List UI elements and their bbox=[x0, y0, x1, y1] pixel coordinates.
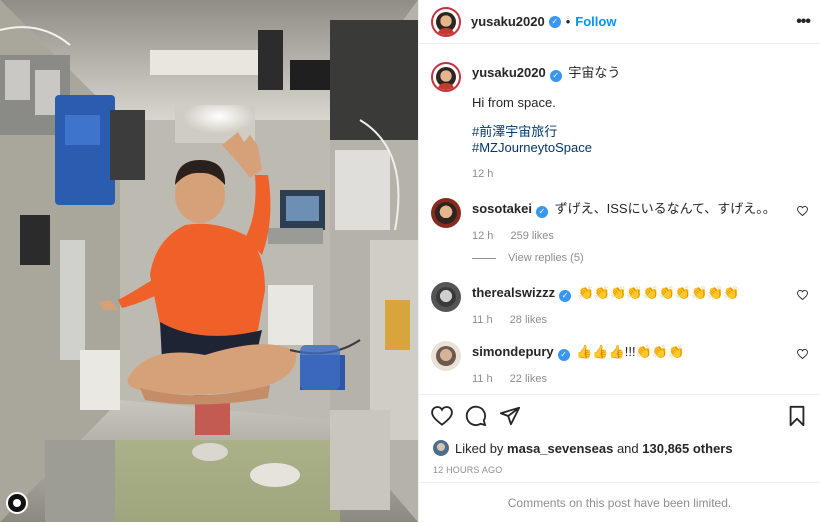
verified-icon: ✓ bbox=[535, 206, 548, 218]
caption-avatar[interactable] bbox=[431, 62, 461, 92]
comment-text: ずげえ、ISSにいるなんて、すげえ。。 bbox=[554, 201, 776, 216]
liked-by: Liked by masa_sevenseas and 130,865 othe… bbox=[433, 440, 733, 456]
comment-username[interactable]: therealswizzz bbox=[472, 285, 555, 300]
comment-likes[interactable]: 22 likes bbox=[510, 373, 547, 385]
author-username[interactable]: yusaku2020 bbox=[471, 14, 545, 29]
comment-text: 👍👍👍!!!👏👏👏 bbox=[576, 344, 685, 359]
post-header: yusaku2020 ✓ • Follow ••• bbox=[419, 0, 820, 44]
verified-icon: ✓ bbox=[557, 349, 570, 361]
post-photo[interactable] bbox=[0, 0, 418, 522]
comment-time[interactable]: 12 h bbox=[472, 230, 493, 242]
post-timestamp[interactable]: 12 HOURS AGO bbox=[433, 465, 502, 475]
bookmark-icon[interactable] bbox=[786, 405, 808, 427]
view-replies-label: View replies (5) bbox=[508, 252, 584, 264]
commenter-avatar[interactable] bbox=[431, 341, 461, 371]
comment-like-heart-icon[interactable] bbox=[797, 290, 808, 300]
comment-icon[interactable] bbox=[465, 405, 487, 427]
comment-item: simondepury ✓ 👍👍👍!!!👏👏👏 11 h 22 likes bbox=[431, 341, 808, 387]
follow-button[interactable]: Follow bbox=[575, 14, 616, 29]
caption-title: 宇宙なう bbox=[568, 65, 621, 80]
like-heart-icon[interactable] bbox=[431, 405, 453, 427]
liker-avatar[interactable] bbox=[433, 440, 449, 456]
verified-icon: ✓ bbox=[559, 290, 572, 302]
comment-time[interactable]: 11 h bbox=[472, 373, 493, 385]
divider-line bbox=[472, 257, 496, 259]
likes-count-link[interactable]: 130,865 others bbox=[642, 441, 732, 456]
hashtag-link[interactable]: #MZJourneytoSpace bbox=[472, 140, 808, 156]
caption-body: Hi from space. bbox=[472, 95, 556, 110]
comment-item: sosotakei ✓ ずげえ、ISSにいるなんて、すげえ。。 12 h 259 … bbox=[431, 198, 808, 244]
comment-time[interactable]: 11 h bbox=[472, 314, 493, 326]
comment-likes[interactable]: 259 likes bbox=[510, 230, 553, 242]
comment-likes[interactable]: 28 likes bbox=[510, 314, 547, 326]
action-bar bbox=[419, 394, 820, 434]
verified-icon: ✓ bbox=[549, 70, 562, 82]
verified-icon: ✓ bbox=[548, 15, 561, 28]
instagram-post: yusaku2020 ✓ • Follow ••• yusaku2020 ✓ 宇宙… bbox=[0, 0, 820, 522]
liked-by-middle: and bbox=[616, 440, 639, 456]
separator-dot: • bbox=[565, 14, 571, 29]
caption: yusaku2020 ✓ 宇宙なう Hi from space. #前澤宇宙旅行 … bbox=[431, 62, 808, 182]
post-details-panel: yusaku2020 ✓ • Follow ••• yusaku2020 ✓ 宇宙… bbox=[418, 0, 820, 522]
comment-like-heart-icon[interactable] bbox=[797, 206, 808, 216]
comment-item: therealswizzz ✓ 👏👏👏👏👏👏👏👏👏👏 11 h 28 likes bbox=[431, 282, 808, 328]
caption-username[interactable]: yusaku2020 bbox=[472, 65, 546, 80]
comment-like-heart-icon[interactable] bbox=[797, 349, 808, 359]
comments-limited-notice: Comments on this post have been limited. bbox=[419, 482, 820, 522]
view-replies-link[interactable]: View replies (5) bbox=[472, 252, 584, 264]
author-avatar[interactable] bbox=[431, 6, 461, 37]
iss-photo-illustration bbox=[0, 0, 418, 522]
user-tag-icon[interactable] bbox=[6, 492, 28, 514]
hashtag-link[interactable]: #前澤宇宙旅行 bbox=[472, 124, 808, 140]
liked-by-prefix: Liked by bbox=[455, 440, 504, 456]
caption-time[interactable]: 12 h bbox=[472, 168, 493, 180]
comment-username[interactable]: simondepury bbox=[472, 344, 554, 359]
comment-text: 👏👏👏👏👏👏👏👏👏👏 bbox=[577, 285, 740, 300]
liker-username[interactable]: masa_sevenseas bbox=[507, 441, 613, 456]
more-icon[interactable]: ••• bbox=[796, 13, 811, 31]
comment-username[interactable]: sosotakei bbox=[472, 201, 532, 216]
share-icon[interactable] bbox=[499, 405, 521, 427]
commenter-avatar[interactable] bbox=[431, 282, 461, 312]
commenter-avatar[interactable] bbox=[431, 198, 461, 228]
